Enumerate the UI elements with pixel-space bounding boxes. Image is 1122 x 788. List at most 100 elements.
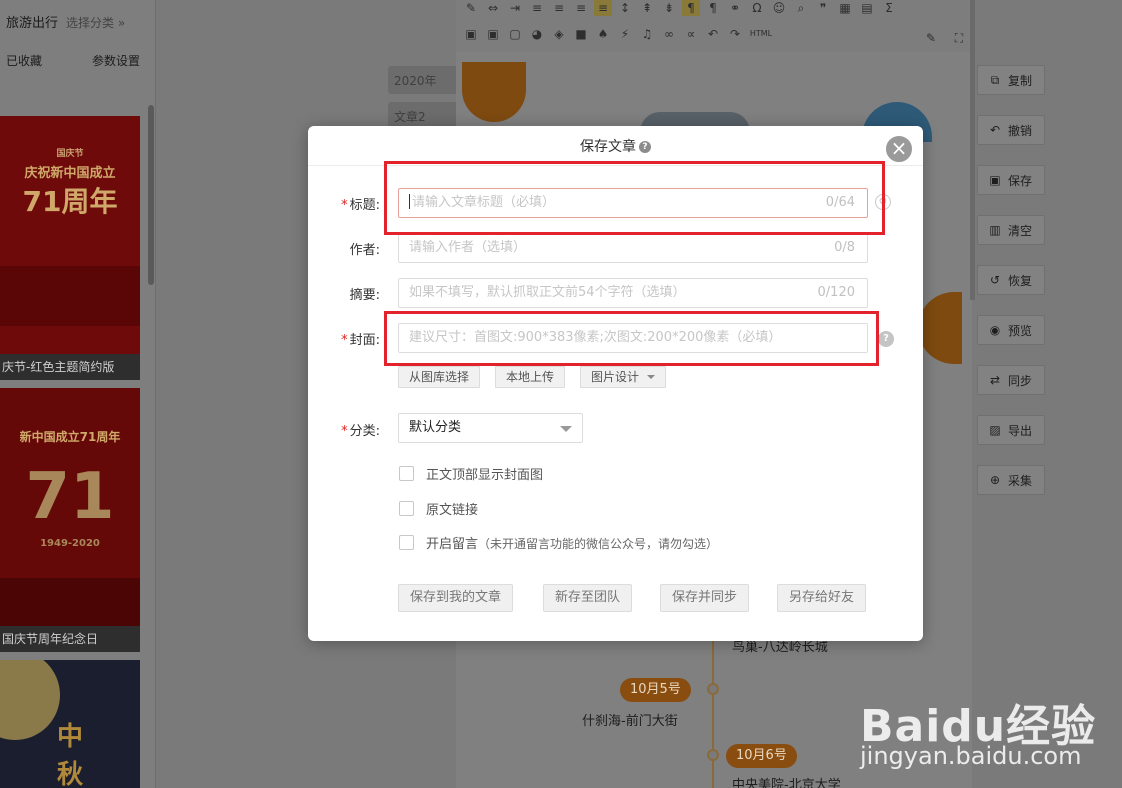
help-icon[interactable]: ? [878,331,894,347]
save-and-sync-button[interactable]: 保存并同步 [660,584,750,612]
save-button[interactable]: ▣ 保存 [977,165,1045,195]
search-icon[interactable]: ⌕ [792,0,810,16]
timeline-dot [707,683,719,695]
tiananmen-illustration [0,266,140,326]
magic-wand-icon[interactable]: ⚡ [616,26,634,42]
html-icon[interactable]: HTML [748,26,774,42]
tab-settings[interactable]: 参数设置 [92,52,140,70]
choose-from-library-button[interactable]: 从图库选择 [398,366,481,388]
clear-button[interactable]: ▥ 清空 [977,215,1045,245]
choose-category-link[interactable]: 选择分类 » [66,16,125,30]
sync-button[interactable]: ⇄ 同步 [977,365,1045,395]
save-for-friend-button[interactable]: 另存给好友 [777,584,867,612]
template-card[interactable]: 新中国成立71周年 71 1949-2020 国庆节周年纪念日 [0,388,140,652]
label-text: 开启留言 [426,537,479,552]
collect-button[interactable]: ⊕ 采集 [977,465,1045,495]
undo-button[interactable]: ↶ 撤销 [977,115,1045,145]
required-mark: * [341,424,348,439]
required-mark: * [341,333,348,348]
sidebar-scrollbar[interactable] [148,105,154,285]
brush-icon[interactable]: ♠ [594,26,612,42]
author-input[interactable]: 请输入作者（选填） 0/8 [398,233,868,263]
watermark-url: jingyan.baidu.com [860,742,1082,770]
editor-scrollbar[interactable] [970,0,975,300]
palette-icon[interactable]: ◕ [528,26,546,42]
link-icon[interactable]: ∞ [660,26,678,42]
align-center-icon[interactable]: ≡ [550,0,568,16]
indent-icon[interactable]: ⇥ [506,0,524,16]
close-icon[interactable]: × [884,134,914,164]
save-to-team-button[interactable]: 新存至团队 [543,584,633,612]
location-icon[interactable]: ◈ [550,26,568,42]
template-art-text: 中 [56,722,83,752]
image-icon[interactable]: ▣ [462,26,480,42]
chevron-down-icon [560,426,572,432]
gallery-icon[interactable]: ▣ [484,26,502,42]
doc-tab[interactable]: 2020年 [388,66,456,94]
button-label: 复制 [1008,73,1033,88]
cover-highlight-box [384,311,879,366]
button-label: 预览 [1008,323,1033,338]
template-card[interactable]: 国庆节 庆祝新中国成立 71周年 庆节-红色主题简约版 [0,116,140,380]
button-label: 导出 [1008,423,1033,438]
paragraph-before-icon[interactable]: ⇞ [638,0,656,16]
toolbar-row: ▣ ▣ ▢ ◕ ◈ ■ ♠ ⚡ ♫ ∞ ∝ ↶ ↷ HTML [462,26,774,42]
local-upload-button[interactable]: 本地上传 [495,366,566,388]
dialog-header: 保存文章? [308,126,923,166]
undo-icon[interactable]: ↶ [704,26,722,42]
redo-icon[interactable]: ↷ [726,26,744,42]
justify-icon[interactable]: ≡ [594,0,612,16]
char-counter: 0/120 [817,285,855,300]
unlink-icon[interactable]: ∝ [682,26,700,42]
help-icon[interactable]: ? [639,141,651,153]
format-icon[interactable]: ✎ [922,30,940,46]
trash-icon: ▥ [989,223,1001,237]
tab-favorites[interactable]: 已收藏 [6,52,42,70]
enable-comments-checkbox[interactable] [399,535,414,550]
link-icon[interactable]: ⚭ [726,0,744,16]
restore-button[interactable]: ↺ 恢复 [977,265,1045,295]
export-button[interactable]: ▨ 导出 [977,415,1045,445]
paragraph-after-icon[interactable]: ⇟ [660,0,678,16]
frame-icon[interactable]: ▢ [506,26,524,42]
ltr-icon[interactable]: ¶ [682,0,700,16]
align-right-icon[interactable]: ≡ [572,0,590,16]
quote-icon[interactable]: ❞ [814,0,832,16]
table-icon[interactable]: ▦ [836,0,854,16]
music-icon[interactable]: ♫ [638,26,656,42]
restore-icon: ↺ [989,273,1001,287]
rtl-icon[interactable]: ¶ [704,0,722,16]
source-link-checkbox[interactable] [399,501,414,516]
eraser-icon[interactable]: ✎ [462,0,480,16]
show-cover-checkbox[interactable] [399,466,414,481]
preview-button[interactable]: ◉ 预览 [977,315,1045,345]
placeholder-text: 如果不填写，默认抓取正文前54个字符（选填） [409,285,686,300]
summary-input[interactable]: 如果不填写，默认抓取正文前54个字符（选填） 0/120 [398,278,868,308]
video-icon[interactable]: ■ [572,26,590,42]
spacing-icon[interactable]: ⇔ [484,0,502,16]
omega-icon[interactable]: Ω [748,0,766,16]
source-link-label: 原文链接 [426,503,479,518]
button-label: 清空 [1008,223,1033,238]
template-card[interactable]: 中 秋 [0,660,140,788]
baidu-watermark: Baidu经验 jingyan.baidu.com [860,660,1120,780]
save-to-my-articles-button[interactable]: 保存到我的文章 [398,584,514,612]
show-cover-label: 正文顶部显示封面图 [426,468,544,483]
enable-comments-label: 开启留言（未开通留言功能的微信公众号，请勿勾选） [426,533,718,552]
emoji-icon[interactable]: ☺ [770,0,788,16]
button-label: 同步 [1008,373,1033,388]
paste-icon[interactable]: ▤ [858,0,876,16]
image-design-button[interactable]: 图片设计 [580,366,667,388]
category-name[interactable]: 旅游出行 [6,16,58,31]
sum-icon[interactable]: Σ [880,0,898,16]
copy-button[interactable]: ⧉ 复制 [977,65,1045,95]
align-left-icon[interactable]: ≡ [528,0,546,16]
export-icon: ▨ [989,423,1001,437]
template-art-text: 71 [25,460,115,534]
category-select[interactable]: 默认分类 [398,413,583,443]
cover-label: * 封面: [320,329,380,348]
category-label: * 分类: [320,420,380,439]
line-height-icon[interactable]: ↕ [616,0,634,16]
fullscreen-icon[interactable]: ⛶ [950,30,968,46]
building-illustration [0,578,140,626]
